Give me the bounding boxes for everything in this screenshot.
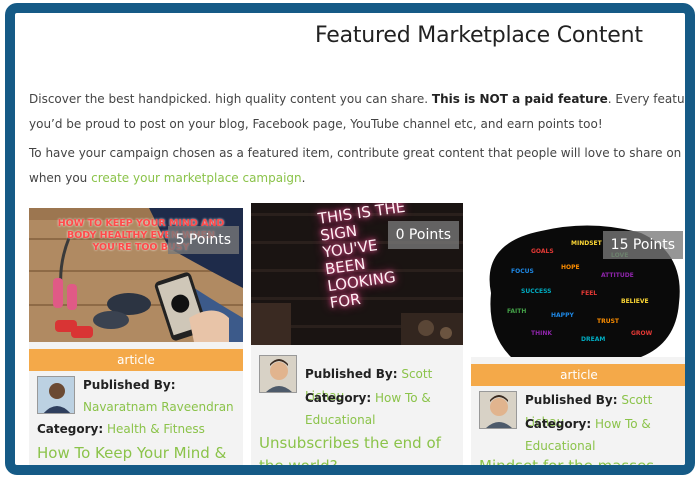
card-title-link[interactable]: Mindset for the masses xyxy=(479,455,681,465)
type-badge: article xyxy=(471,364,685,386)
create-campaign-link[interactable]: create your marketplace campaign xyxy=(91,171,302,185)
card-image-caption: THIS IS THE SIGN YOU'VE BEEN LOOKING FOR xyxy=(316,203,407,313)
card-title-link[interactable]: How To Keep Your Mind & Body Healthy Eve… xyxy=(37,442,237,465)
points-badge: 15 Points xyxy=(602,231,683,259)
published-by-label: Published By: xyxy=(525,393,618,407)
category-info: Category: How To & Educational xyxy=(525,413,683,457)
svg-text:TRUST: TRUST xyxy=(597,318,620,325)
author-info: Published By: Navaratnam Raveendran xyxy=(83,374,239,418)
type-badge: article xyxy=(29,349,243,371)
svg-text:DREAM: DREAM xyxy=(581,336,605,343)
card-title-link[interactable]: Unsubscribes the end of the world? xyxy=(259,432,457,465)
content-card-1[interactable]: HOW TO KEEP YOUR MIND AND BODY HEALTHY E… xyxy=(29,208,243,465)
category-info: Category: How To & Educational xyxy=(305,387,459,431)
svg-text:FOCUS: FOCUS xyxy=(511,268,534,275)
intro-text-post: . xyxy=(301,171,306,185)
svg-text:HOPE: HOPE xyxy=(561,264,580,271)
intro-paragraph-1: Discover the best handpicked. high quali… xyxy=(29,87,685,137)
svg-text:FAITH: FAITH xyxy=(507,308,526,315)
intro-text-line2: you’d be proud to post on your blog, Fac… xyxy=(29,117,603,131)
avatar xyxy=(259,355,297,393)
content-card-2[interactable]: THIS IS THE SIGN YOU'VE BEEN LOOKING FOR… xyxy=(251,203,463,465)
card-image[interactable]: HOW TO KEEP YOUR MIND AND BODY HEALTHY E… xyxy=(29,208,243,342)
content-card-3[interactable]: GOALS MINDSET LOVE FOCUS HOPE ATTITUDE S… xyxy=(471,223,685,465)
page-content: Featured Marketplace Content Discover th… xyxy=(15,13,685,465)
published-by-label: Published By: xyxy=(305,367,398,381)
screenshot-frame: Featured Marketplace Content Discover th… xyxy=(5,3,695,475)
svg-text:HAPPY: HAPPY xyxy=(551,312,574,319)
card-image[interactable]: GOALS MINDSET LOVE FOCUS HOPE ATTITUDE S… xyxy=(471,223,685,357)
svg-text:ATTITUDE: ATTITUDE xyxy=(601,272,634,279)
points-badge: 0 Points xyxy=(387,221,459,249)
category-label: Category: xyxy=(525,417,592,431)
svg-text:GROW: GROW xyxy=(631,330,653,337)
intro-text: Discover the best handpicked. high quali… xyxy=(29,92,429,106)
intro-bold-text: This is NOT a paid feature xyxy=(431,92,608,106)
svg-text:THINK: THINK xyxy=(531,330,552,337)
svg-text:GOALS: GOALS xyxy=(531,248,554,255)
category-label: Category: xyxy=(305,391,372,405)
intro-text-cont: . Every featured item is careful xyxy=(607,92,685,106)
points-badge: 5 Points xyxy=(167,226,239,254)
page-title: Featured Marketplace Content xyxy=(315,23,643,48)
svg-text:BELIEVE: BELIEVE xyxy=(621,298,649,305)
intro-text-pre: when you xyxy=(29,171,92,185)
category-info: Category: Health & Fitness xyxy=(37,418,239,440)
svg-text:FEEL: FEEL xyxy=(581,290,597,297)
svg-text:MINDSET: MINDSET xyxy=(571,240,603,247)
avatar xyxy=(479,391,517,429)
card-image[interactable]: THIS IS THE SIGN YOU'VE BEEN LOOKING FOR… xyxy=(251,203,463,345)
avatar xyxy=(37,376,75,414)
svg-text:SUCCESS: SUCCESS xyxy=(521,288,551,295)
category-link[interactable]: Health & Fitness xyxy=(107,422,205,436)
intro-paragraph-2: To have your campaign chosen as a featur… xyxy=(29,141,685,191)
intro-text-line3: To have your campaign chosen as a featur… xyxy=(29,146,685,160)
author-link[interactable]: Navaratnam Raveendran xyxy=(83,400,234,414)
published-by-label: Published By: xyxy=(83,378,176,392)
category-label: Category: xyxy=(37,422,104,436)
